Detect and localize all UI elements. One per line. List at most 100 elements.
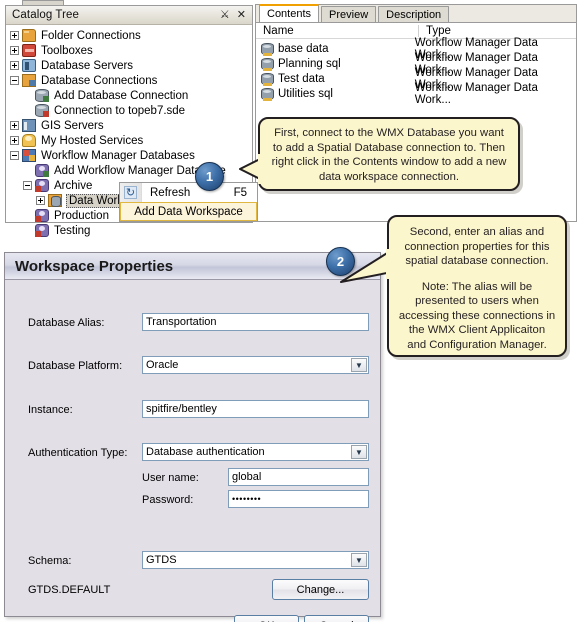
tree-item-label: Connection to topeb7.sde	[54, 104, 186, 117]
callout-1-tail	[239, 154, 268, 184]
workflow-database-icon	[35, 224, 49, 237]
context-menu-item-add-data-workspace[interactable]: Add Data Workspace	[120, 202, 257, 221]
chevron-down-icon[interactable]: ▼	[351, 358, 367, 372]
pin-icon[interactable]: ⚔	[220, 9, 230, 21]
row-name-text: Utilities sql	[278, 87, 333, 100]
folder-icon	[22, 29, 36, 42]
callout-second-step-paragraph-2: Note: The alias will be presented to use…	[398, 280, 556, 351]
tree-item-database-servers[interactable]: Database Servers	[10, 58, 252, 73]
database-connections-icon	[22, 74, 36, 87]
schema-select[interactable]: GTDS ▼	[142, 551, 369, 569]
collapse-icon[interactable]	[10, 151, 19, 160]
callout-second-step-paragraph-1: Second, enter an alias and connection pr…	[404, 226, 550, 267]
tree-item-label: Toolboxes	[41, 44, 93, 57]
tree-item-testing[interactable]: Testing	[10, 223, 252, 238]
authentication-type-label: Authentication Type:	[28, 447, 128, 459]
cancel-button[interactable]: Cancel	[304, 615, 369, 622]
data-workspace-icon	[261, 87, 274, 101]
workspace-properties-title: Workspace Properties	[5, 253, 380, 280]
tree-item-toolboxes[interactable]: Toolboxes	[10, 43, 252, 58]
tree-item-workflow-manager-databases[interactable]: Workflow Manager Databases	[10, 148, 252, 163]
change-button[interactable]: Change...	[272, 579, 369, 600]
expand-icon[interactable]	[10, 121, 19, 130]
table-row[interactable]: Utilities sql Workflow Manager Data Work.…	[256, 82, 576, 106]
instance-label: Instance:	[28, 404, 73, 416]
tree-item-label: GIS Servers	[41, 119, 104, 132]
user-name-label: User name:	[142, 472, 199, 484]
database-server-icon	[22, 59, 36, 72]
callout-first-step: First, connect to the WMX Database you w…	[258, 117, 520, 191]
row-name-cell: Planning sql	[256, 57, 415, 71]
tree-item-my-hosted-services[interactable]: My Hosted Services	[10, 133, 252, 148]
expand-icon[interactable]	[10, 31, 19, 40]
row-name-cell: Utilities sql	[256, 87, 415, 101]
catalog-tree-titlebar: Catalog Tree ⚔ ✕	[6, 6, 252, 25]
toolbox-icon	[22, 44, 36, 57]
context-menu[interactable]: ↻ Refresh F5 Add Data Workspace	[119, 182, 258, 222]
gis-server-icon	[22, 119, 36, 132]
collapse-icon[interactable]	[23, 181, 32, 190]
tree-item-label: Production	[54, 209, 109, 222]
column-header-type[interactable]: Type	[418, 24, 576, 37]
callout-first-step-text: First, connect to the WMX Database you w…	[271, 127, 507, 183]
password-input[interactable]: ••••••••	[228, 490, 369, 508]
tab-description[interactable]: Description	[378, 6, 450, 22]
contents-tab-strip[interactable]: Contents Preview Description	[256, 4, 576, 23]
step-badge-1: 1	[195, 162, 224, 191]
database-platform-label: Database Platform:	[28, 360, 123, 372]
database-alias-input[interactable]: Transportation	[142, 313, 369, 331]
tree-item-label: My Hosted Services	[41, 134, 144, 147]
tree-item-label: Testing	[54, 224, 91, 237]
cloud-icon	[22, 134, 36, 147]
database-platform-select[interactable]: Oracle ▼	[142, 356, 369, 374]
row-name-text: base data	[278, 42, 329, 55]
chevron-down-icon[interactable]: ▼	[351, 445, 367, 459]
expand-icon[interactable]	[10, 61, 19, 70]
instance-value: spitfire/bentley	[146, 403, 217, 415]
expand-icon[interactable]	[36, 196, 45, 205]
tree-item-folder-connections[interactable]: Folder Connections	[10, 28, 252, 43]
authentication-type-select[interactable]: Database authentication ▼	[142, 443, 369, 461]
tree-item-gis-servers[interactable]: GIS Servers	[10, 118, 252, 133]
row-name-text: Test data	[278, 72, 325, 85]
workflow-manager-icon	[22, 149, 36, 162]
workflow-database-icon	[35, 179, 49, 192]
workspace-properties-dialog: Workspace Properties Database Alias: Tra…	[4, 252, 381, 622]
context-menu-refresh-shortcut: F5	[233, 186, 247, 199]
row-name-cell: Test data	[256, 72, 415, 86]
user-name-input[interactable]: global	[228, 468, 369, 486]
expand-icon[interactable]	[10, 136, 19, 145]
step-badge-2: 2	[326, 247, 355, 276]
contents-list[interactable]: base data Workflow Manager Data Work... Pl…	[256, 37, 576, 106]
context-menu-item-refresh[interactable]: ↻ Refresh F5	[120, 183, 257, 202]
add-workflow-database-icon	[35, 164, 49, 177]
database-alias-label: Database Alias:	[28, 317, 105, 329]
tree-item-connection-to-topeb7-sde[interactable]: Connection to topeb7.sde	[10, 103, 252, 118]
row-name-text: Planning sql	[278, 57, 341, 70]
tree-item-add-database-connection[interactable]: Add Database Connection	[10, 88, 252, 103]
tab-preview[interactable]: Preview	[321, 6, 377, 22]
close-icon[interactable]: ✕	[237, 9, 246, 21]
tree-item-label: Add Database Connection	[54, 89, 189, 102]
tree-item-label: Database Connections	[41, 74, 158, 87]
expand-icon[interactable]	[10, 46, 19, 55]
tree-item-label: Workflow Manager Databases	[41, 149, 195, 162]
ok-button[interactable]: OK	[234, 615, 299, 622]
tree-item-database-connections[interactable]: Database Connections	[10, 73, 252, 88]
chevron-down-icon[interactable]: ▼	[351, 553, 367, 567]
password-value: ••••••••	[232, 494, 262, 504]
column-header-name[interactable]: Name	[256, 25, 418, 37]
tab-contents[interactable]: Contents	[259, 4, 320, 22]
data-workspace-icon	[261, 72, 274, 86]
authentication-type-value: Database authentication	[146, 446, 265, 458]
callout-second-step: Second, enter an alias and connection pr…	[387, 215, 567, 357]
data-workspace-icon	[261, 42, 274, 56]
schema-default-value: GTDS.DEFAULT	[28, 584, 111, 596]
instance-input[interactable]: spitfire/bentley	[142, 400, 369, 418]
collapse-icon[interactable]	[10, 76, 19, 85]
